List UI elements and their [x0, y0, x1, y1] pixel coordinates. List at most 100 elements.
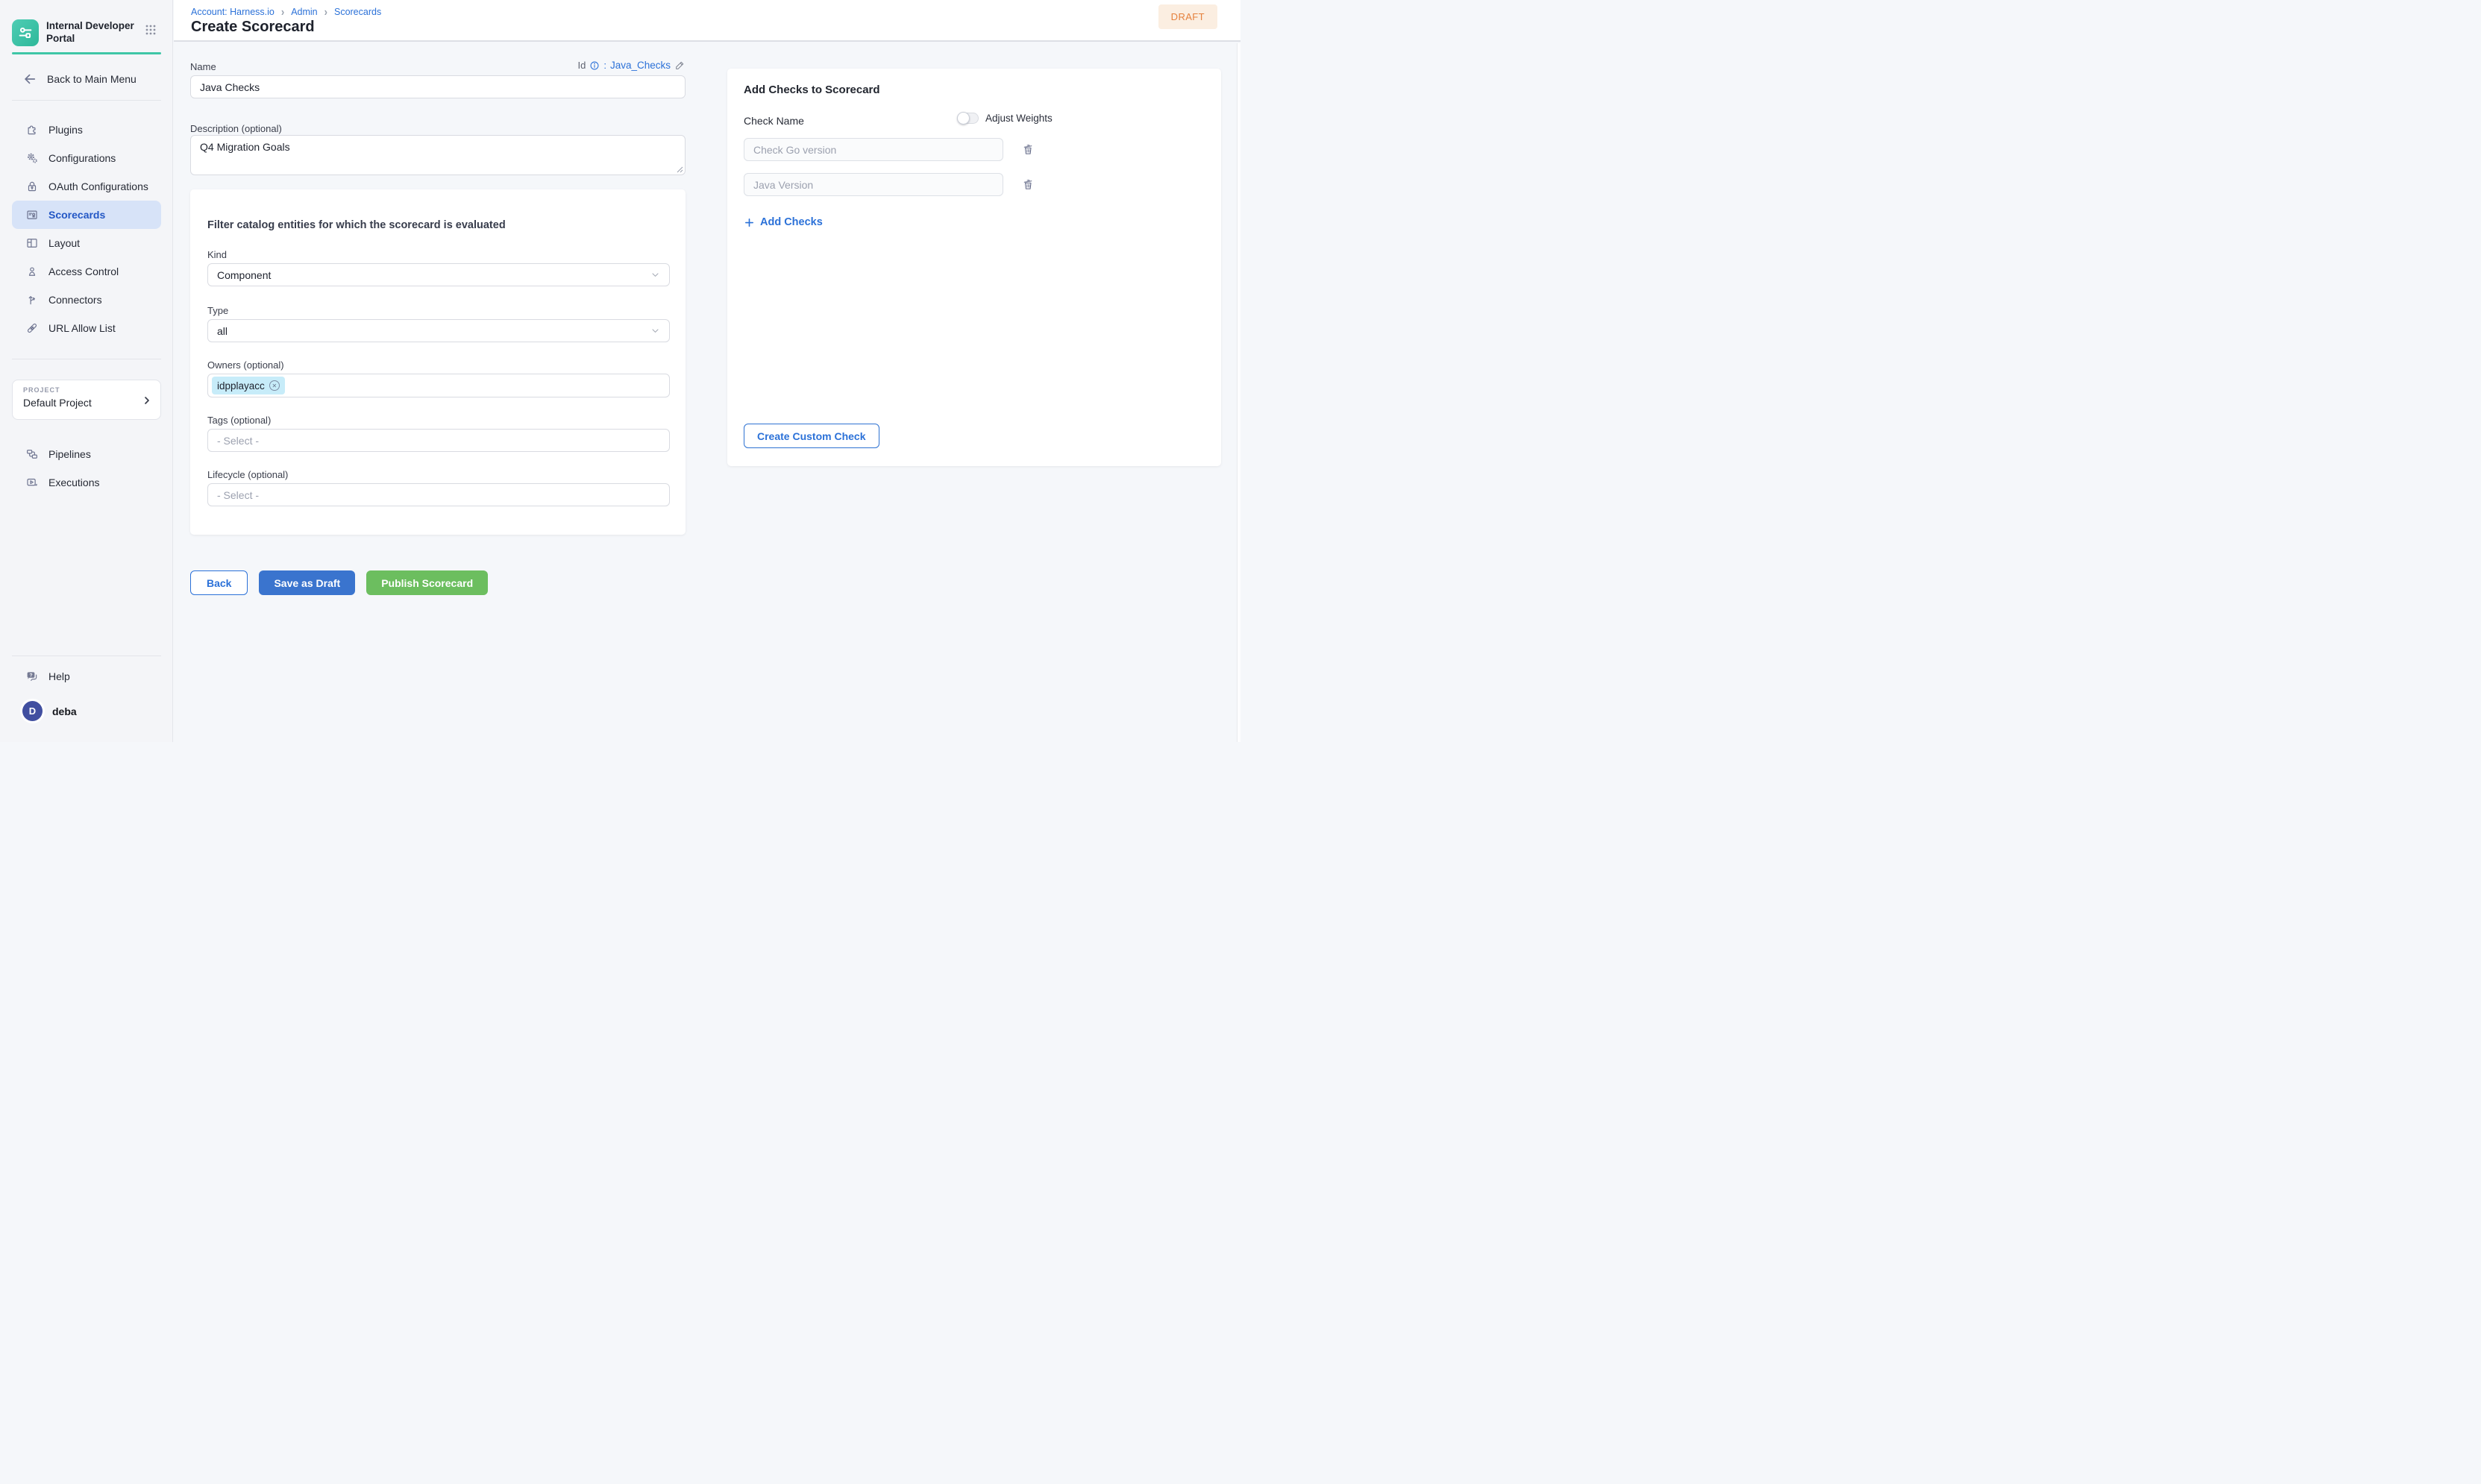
harness-idp-logo-icon [12, 19, 39, 46]
pipelines-icon [25, 447, 39, 461]
sidebar-item-url-allow-list[interactable]: URL Allow List [12, 314, 161, 342]
link-icon [25, 321, 39, 335]
description-textarea[interactable]: Q4 Migration Goals [190, 135, 686, 175]
sidebar-item-help[interactable]: ? Help [12, 662, 161, 691]
id-prefix: Id [577, 60, 586, 71]
main-content: Name Id : Java_Checks Description (optio… [174, 43, 1240, 742]
app-title: Internal Developer Portal [46, 20, 134, 45]
sidebar-divider [12, 655, 161, 656]
id-colon: : [603, 60, 606, 71]
project-selector[interactable]: PROJECT Default Project [12, 380, 161, 420]
delete-check-button-1[interactable] [1020, 140, 1037, 157]
sidebar-item-label: Access Control [48, 265, 119, 277]
lifecycle-label: Lifecycle (optional) [207, 469, 670, 480]
lifecycle-input[interactable] [207, 483, 670, 506]
add-checks-button[interactable]: Add Checks [744, 216, 823, 228]
app-grid-icon[interactable] [145, 24, 157, 36]
sidebar-item-layout[interactable]: Layout [12, 229, 161, 257]
description-label: Description (optional) [190, 123, 282, 134]
sidebar-item-label: Layout [48, 237, 80, 249]
plus-icon [744, 217, 755, 228]
tags-label: Tags (optional) [207, 415, 670, 426]
scrollbar-track[interactable] [1237, 43, 1240, 742]
chevron-right-icon: › [324, 5, 327, 19]
page-header: Account: Harness.io › Admin › Scorecards… [174, 0, 1240, 42]
id-value-link[interactable]: Java_Checks [610, 60, 671, 71]
branch-icon [25, 293, 39, 306]
sidebar-item-label: Plugins [48, 124, 83, 136]
owner-chip-label: idpplayacc [217, 380, 265, 392]
check-name-input-2[interactable] [744, 173, 1003, 196]
breadcrumb-scorecards-link[interactable]: Scorecards [334, 7, 381, 17]
publish-scorecard-button[interactable]: Publish Scorecard [366, 570, 488, 595]
type-select-value: all [217, 325, 228, 337]
type-label: Type [207, 305, 670, 316]
sidebar-item-label: URL Allow List [48, 322, 116, 334]
resize-handle-icon[interactable] [676, 166, 683, 173]
sidebar-item-label: Pipelines [48, 448, 91, 460]
layout-icon [25, 236, 39, 250]
sidebar-nav-secondary: Pipelines Executions [12, 440, 161, 497]
sidebar-item-label: Help [48, 670, 70, 682]
puzzle-icon [25, 123, 39, 136]
owners-input[interactable]: idpplayacc ✕ [207, 374, 670, 397]
sidebar-item-oauth-configurations[interactable]: OAuth Configurations [12, 172, 161, 201]
chip-remove-icon[interactable]: ✕ [269, 380, 280, 391]
sidebar: Internal Developer Portal Back to Main M… [0, 0, 173, 742]
accent-bar [12, 52, 161, 54]
edit-pencil-icon[interactable] [674, 60, 686, 71]
chevron-down-icon [650, 270, 660, 280]
sidebar-item-configurations[interactable]: Configurations [12, 144, 161, 172]
sidebar-item-label: Executions [48, 477, 99, 488]
sidebar-divider [12, 100, 161, 101]
breadcrumb: Account: Harness.io › Admin › Scorecards [191, 6, 381, 17]
save-as-draft-button[interactable]: Save as Draft [259, 570, 355, 595]
scorecard-icon [25, 208, 39, 221]
svg-text:?: ? [29, 673, 32, 678]
filter-card: Filter catalog entities for which the sc… [190, 189, 686, 535]
person-icon [25, 265, 39, 278]
app-logo-row: Internal Developer Portal [12, 18, 161, 48]
back-to-main-menu[interactable]: Back to Main Menu [22, 72, 137, 87]
kind-label: Kind [207, 249, 670, 260]
adjust-weights-group: Adjust Weights [957, 113, 1053, 124]
project-eyebrow: PROJECT [23, 386, 150, 394]
adjust-weights-toggle[interactable] [957, 113, 979, 124]
breadcrumb-admin-link[interactable]: Admin [291, 7, 317, 17]
sidebar-item-executions[interactable]: Executions [12, 468, 161, 497]
check-name-column-label: Check Name [744, 115, 804, 127]
chevron-right-icon: › [281, 5, 284, 19]
add-checks-heading: Add Checks to Scorecard [744, 84, 880, 96]
back-button[interactable]: Back [190, 570, 248, 595]
sidebar-item-scorecards[interactable]: Scorecards [12, 201, 161, 229]
arrow-left-icon [22, 72, 37, 87]
check-name-input-1[interactable] [744, 138, 1003, 161]
user-name: deba [52, 705, 77, 717]
breadcrumb-account-link[interactable]: Account: Harness.io [191, 7, 275, 17]
owner-chip: idpplayacc ✕ [212, 377, 285, 394]
kind-select[interactable]: Component [207, 263, 670, 286]
info-icon[interactable] [589, 60, 600, 71]
sidebar-help-row: ? Help [12, 662, 161, 691]
executions-icon [25, 476, 39, 489]
project-name: Default Project [23, 397, 150, 409]
type-select[interactable]: all [207, 319, 670, 342]
add-checks-label: Add Checks [760, 216, 823, 228]
sidebar-item-plugins[interactable]: Plugins [12, 116, 161, 144]
page-title: Create Scorecard [191, 19, 315, 36]
create-custom-check-button[interactable]: Create Custom Check [744, 424, 879, 448]
kind-select-value: Component [217, 269, 271, 281]
sidebar-item-access-control[interactable]: Access Control [12, 257, 161, 286]
sidebar-item-connectors[interactable]: Connectors [12, 286, 161, 314]
trash-icon [1021, 142, 1035, 156]
delete-check-button-2[interactable] [1020, 175, 1037, 192]
sidebar-item-label: Connectors [48, 294, 102, 306]
name-input[interactable] [190, 75, 686, 98]
toggle-knob [957, 112, 970, 125]
help-chat-icon: ? [25, 670, 39, 683]
trash-icon [1021, 177, 1035, 191]
user-menu[interactable]: D deba [22, 701, 77, 721]
sidebar-item-pipelines[interactable]: Pipelines [12, 440, 161, 468]
tags-input[interactable] [207, 429, 670, 452]
filter-heading: Filter catalog entities for which the sc… [207, 219, 506, 231]
